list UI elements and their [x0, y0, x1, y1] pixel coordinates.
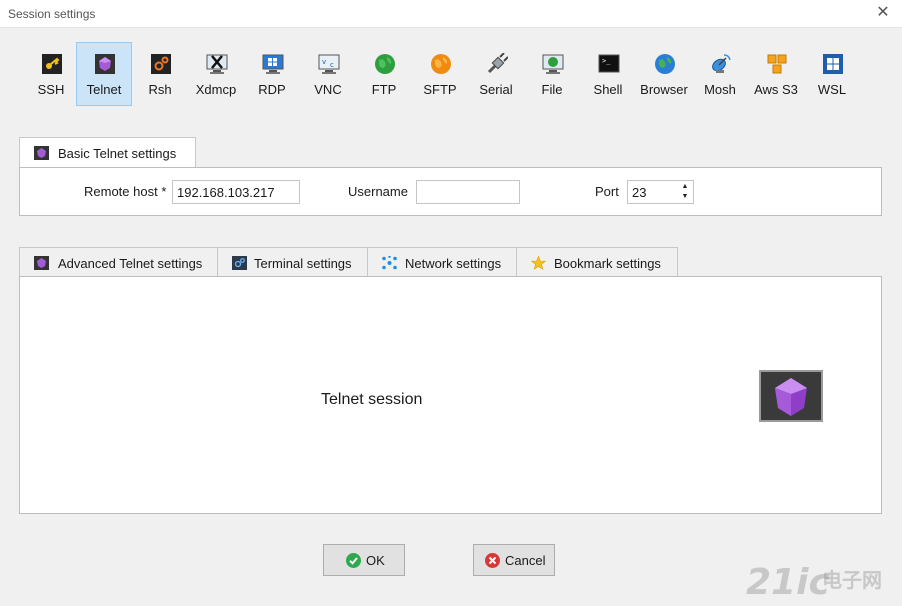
xdmcp-x-monitor-icon — [206, 54, 228, 74]
svg-text:c: c — [330, 61, 334, 69]
mosh-satellite-icon — [712, 54, 731, 73]
rdp-windows-monitor-icon — [262, 54, 284, 74]
spin-down-icon[interactable]: ▼ — [680, 192, 690, 202]
network-icon — [382, 256, 397, 270]
protocol-label: Shell — [593, 82, 623, 97]
tab-label: Advanced Telnet settings — [58, 256, 203, 271]
tab-advanced-telnet-settings[interactable]: Advanced Telnet settings — [19, 247, 218, 277]
check-circle-icon — [346, 553, 361, 568]
protocol-label: Xdmcp — [195, 82, 237, 97]
ftp-globe-icon — [375, 54, 395, 74]
remote-host-label: Remote host * — [84, 184, 167, 199]
protocol-wsl[interactable]: WSL — [804, 42, 860, 106]
ok-button[interactable]: OK — [323, 544, 405, 576]
protocol-label: RDP — [258, 82, 286, 97]
protocol-browser[interactable]: Browser — [636, 42, 692, 106]
ok-label: OK — [366, 553, 385, 568]
telnet-gem-icon — [95, 54, 115, 74]
tab-bookmark-settings[interactable]: Bookmark settings — [516, 247, 678, 277]
svg-text:>_: >_ — [602, 57, 611, 65]
wsl-windows-icon — [823, 54, 843, 74]
protocol-sftp[interactable]: SFTP — [412, 42, 468, 106]
telnet-gem-icon — [34, 256, 49, 270]
svg-text:v: v — [322, 58, 326, 66]
tab-label: Network settings — [405, 256, 502, 271]
protocol-rdp[interactable]: RDP — [244, 42, 300, 106]
tab-label: Basic Telnet settings — [58, 146, 177, 161]
protocol-label: Rsh — [148, 82, 172, 97]
file-globe-monitor-icon — [542, 54, 564, 74]
protocol-label: Serial — [479, 82, 513, 97]
session-type-label: Telnet session — [321, 391, 423, 408]
sftp-globe-icon — [431, 54, 451, 74]
title-bar: Session settings ✕ — [0, 0, 902, 28]
basic-settings-panel: Remote host * Username Port 23 ▲ ▼ — [19, 167, 882, 216]
terminal-settings-icon — [232, 256, 247, 270]
protocol-label: Telnet — [86, 82, 122, 97]
cancel-label: Cancel — [505, 553, 546, 568]
username-label: Username — [348, 184, 408, 199]
tab-terminal-settings[interactable]: Terminal settings — [217, 247, 368, 277]
watermark-text: 21ic — [746, 562, 830, 603]
protocol-shell[interactable]: >_ Shell — [580, 42, 636, 106]
star-icon — [531, 256, 546, 270]
protocol-vnc[interactable]: v c VNC — [300, 42, 356, 106]
ssh-key-icon — [42, 54, 62, 74]
protocol-label: FTP — [371, 82, 397, 97]
close-icon[interactable]: ✕ — [874, 4, 892, 22]
watermark-logo: 21ic 电子网 — [746, 558, 896, 603]
tab-label: Bookmark settings — [554, 256, 661, 271]
protocol-label: File — [541, 82, 563, 97]
protocol-xdmcp[interactable]: Xdmcp — [188, 42, 244, 106]
spin-up-icon[interactable]: ▲ — [680, 182, 690, 192]
port-value: 23 — [632, 185, 647, 200]
protocol-aws-s3[interactable]: Aws S3 — [748, 42, 804, 106]
vnc-monitor-icon: v c — [318, 54, 340, 74]
protocol-telnet[interactable]: Telnet — [76, 42, 132, 106]
session-panel: Telnet session — [19, 276, 882, 514]
tab-label: Terminal settings — [254, 256, 352, 271]
tab-basic-telnet-settings[interactable]: Basic Telnet settings — [19, 137, 196, 168]
protocol-ftp[interactable]: FTP — [356, 42, 412, 106]
tab-network-settings[interactable]: Network settings — [367, 247, 517, 277]
protocol-file[interactable]: File — [524, 42, 580, 106]
shell-terminal-icon: >_ — [598, 54, 620, 73]
telnet-large-gem-icon — [759, 370, 823, 422]
protocol-label: Browser — [640, 82, 688, 97]
port-label: Port — [595, 184, 619, 199]
protocol-ssh[interactable]: SSH — [23, 42, 79, 106]
protocol-label: SSH — [37, 82, 65, 97]
protocol-label: VNC — [314, 82, 342, 97]
protocol-label: SFTP — [423, 82, 457, 97]
username-input[interactable] — [416, 180, 520, 204]
window-title: Session settings — [8, 7, 96, 21]
rsh-gear-icon — [151, 54, 171, 74]
serial-plug-icon — [487, 53, 508, 74]
cancel-circle-icon — [485, 553, 500, 568]
protocol-mosh[interactable]: Mosh — [692, 42, 748, 106]
port-stepper[interactable]: 23 ▲ ▼ — [627, 180, 694, 204]
remote-host-input[interactable] — [172, 180, 300, 204]
protocol-rsh[interactable]: Rsh — [132, 42, 188, 106]
protocol-label: Mosh — [704, 82, 736, 97]
dialog-body: SSH Telnet Rsh Xdmcp RDP v c VNC FTP SFT… — [1, 28, 901, 606]
cancel-button[interactable]: Cancel — [473, 544, 555, 576]
browser-globe-icon — [655, 54, 675, 74]
protocol-label: WSL — [817, 82, 847, 97]
protocol-label: Aws S3 — [754, 82, 798, 97]
watermark-subtext: 电子网 — [822, 568, 882, 592]
telnet-gem-icon — [34, 146, 49, 160]
protocol-serial[interactable]: Serial — [468, 42, 524, 106]
aws-s3-cubes-icon — [767, 54, 787, 74]
